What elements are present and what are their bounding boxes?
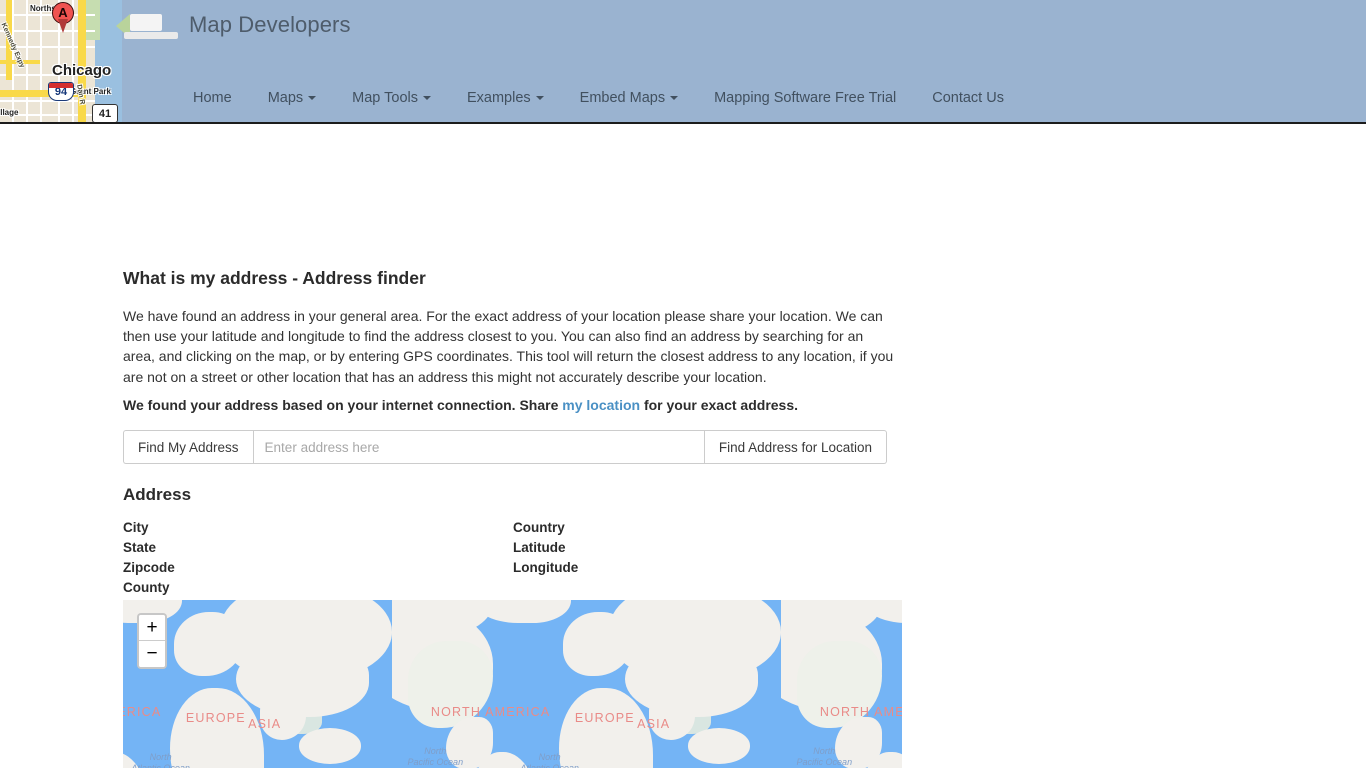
nav-item-examples[interactable]: Examples bbox=[449, 86, 562, 110]
address-field-label: Country bbox=[513, 520, 565, 535]
address-section-heading: Address bbox=[123, 485, 192, 504]
zoom-out-button[interactable]: − bbox=[139, 641, 165, 667]
address-field-longitude: Longitude bbox=[513, 558, 813, 578]
nav-item-maps[interactable]: Maps bbox=[250, 86, 334, 110]
map-ocean-label: North Atlantic Ocean bbox=[520, 751, 579, 768]
map-zoom-control: + − bbox=[137, 613, 167, 669]
nav-item-map-tools[interactable]: Map Tools bbox=[334, 86, 449, 110]
nav-label: Mapping Software Free Trial bbox=[714, 90, 897, 106]
map-continent-label: EUROPE bbox=[574, 710, 635, 725]
nav-item-contact-us[interactable]: Contact Us bbox=[914, 86, 1022, 110]
my-location-link[interactable]: my location bbox=[562, 397, 640, 413]
map-continent-label: EUROPE bbox=[185, 710, 246, 725]
address-field-label: City bbox=[123, 520, 149, 535]
map-continent-label: ASIA bbox=[248, 716, 282, 731]
address-search-group: Find My Address Find Address for Locatio… bbox=[123, 430, 887, 464]
nav-item-mapping-software-free-trial[interactable]: Mapping Software Free Trial bbox=[696, 86, 914, 110]
chevron-down-icon bbox=[670, 96, 679, 100]
main-navigation: Home Maps Map Tools Examples Embed Maps … bbox=[175, 86, 1022, 110]
intro-paragraph: We have found an address in your general… bbox=[123, 308, 894, 385]
chevron-down-icon bbox=[535, 96, 544, 100]
map-tile-layer[interactable]: NorthPacific OceanNorthAtlantic OceanInd… bbox=[123, 600, 902, 768]
chicago-map-logo[interactable]: Northside Chicago Grant Park illage Kenn… bbox=[0, 0, 122, 122]
map-continent-label: NORTH AMERICA bbox=[123, 705, 162, 720]
nav-label: Contact Us bbox=[932, 90, 1004, 106]
map-tile: NorthPacific OceanNorthAtlantic OceanInd… bbox=[392, 600, 781, 768]
map-landmass bbox=[687, 728, 750, 764]
zoom-in-button[interactable]: + bbox=[139, 615, 165, 641]
nav-label: Home bbox=[193, 90, 232, 106]
address-field-country: Country bbox=[513, 518, 813, 538]
map-ocean-label: North Pacific Ocean bbox=[796, 746, 853, 767]
nav-label: Map Tools bbox=[352, 90, 418, 106]
site-header: Northside Chicago Grant Park illage Kenn… bbox=[0, 0, 1366, 124]
address-input[interactable] bbox=[252, 430, 705, 464]
find-my-address-button[interactable]: Find My Address bbox=[123, 430, 253, 464]
page-title: What is my address - Address finder bbox=[123, 268, 426, 288]
chevron-down-icon bbox=[422, 96, 431, 100]
address-field-county: County bbox=[123, 578, 513, 598]
map-landmass bbox=[298, 728, 361, 764]
share-suffix-text: for your exact address. bbox=[640, 397, 799, 413]
world-map[interactable]: NorthPacific OceanNorthAtlantic OceanInd… bbox=[123, 600, 902, 768]
map-continent-label: ASIA bbox=[637, 716, 671, 731]
address-field-label: Longitude bbox=[513, 560, 579, 575]
address-field-label: State bbox=[123, 540, 157, 555]
logo-map-green-strip bbox=[86, 0, 100, 40]
logo-map-street bbox=[40, 0, 42, 122]
address-field-label: Latitude bbox=[513, 540, 566, 555]
map-continent-label: NORTH AMERICA bbox=[819, 705, 902, 720]
address-field-zipcode: Zipcode bbox=[123, 558, 513, 578]
map-pin-icon: A bbox=[52, 2, 74, 33]
address-field-city: City bbox=[123, 518, 513, 538]
map-continent-label: NORTH AMERICA bbox=[430, 705, 551, 720]
address-fields-right-column: Country Latitude Longitude bbox=[513, 518, 813, 598]
nav-item-home[interactable]: Home bbox=[175, 86, 250, 110]
nav-label: Maps bbox=[267, 90, 304, 106]
address-field-state: State bbox=[123, 538, 513, 558]
address-field-latitude: Latitude bbox=[513, 538, 813, 558]
logo-map-label-village: illage bbox=[0, 108, 19, 117]
address-field-label: Zipcode bbox=[123, 560, 175, 575]
brand-title[interactable]: Map Developers bbox=[189, 12, 351, 38]
address-fields-left-column: City State Zipcode County bbox=[123, 518, 513, 598]
find-address-for-location-button[interactable]: Find Address for Location bbox=[704, 430, 887, 464]
share-location-line: We found your address based on your inte… bbox=[123, 397, 798, 413]
address-fields: City State Zipcode County Country Latitu… bbox=[123, 518, 823, 598]
map-tile: NorthPacific OceanNorthAtlantic OceanInd… bbox=[781, 600, 902, 768]
nav-item-embed-maps[interactable]: Embed Maps bbox=[562, 86, 696, 110]
map-ocean-label: North Atlantic Ocean bbox=[131, 751, 190, 768]
logo-map-label-chicago: Chicago bbox=[52, 62, 112, 79]
map-pin-letter: A bbox=[58, 5, 68, 20]
nav-label: Examples bbox=[466, 90, 531, 106]
nav-label: Embed Maps bbox=[579, 90, 666, 106]
map-ocean-label: North Pacific Ocean bbox=[407, 746, 464, 767]
us-route-41-shield-icon: 41 bbox=[92, 104, 118, 122]
interstate-94-shield-icon: 94 bbox=[48, 82, 74, 101]
share-prefix-text: We found your address based on your inte… bbox=[123, 397, 563, 413]
chevron-down-icon bbox=[308, 96, 317, 100]
address-field-label: County bbox=[123, 580, 170, 595]
